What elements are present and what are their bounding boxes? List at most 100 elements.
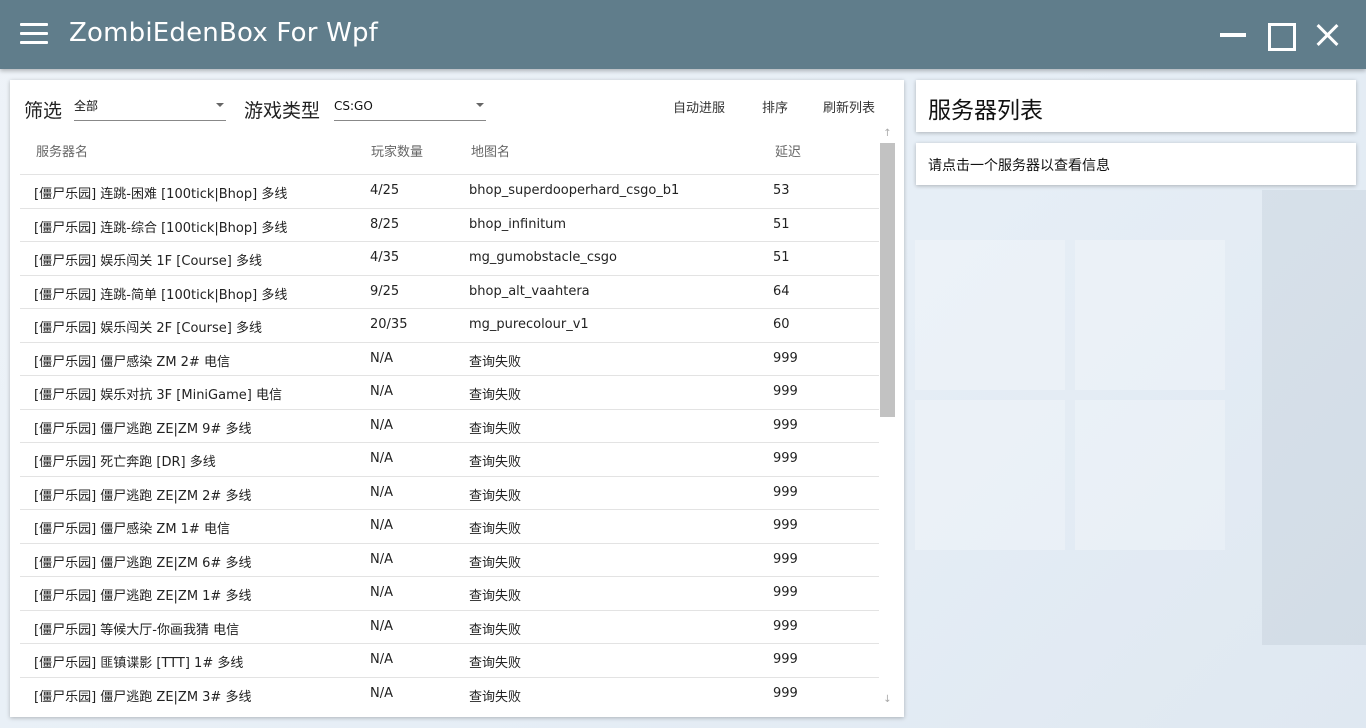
ping-cell: 51 — [773, 216, 790, 232]
player-count-cell: N/A — [370, 417, 393, 433]
table-row[interactable]: [僵尸乐园] 匪镇谍影 [TTT] 1# 多线 N/A 查询失败 999 — [20, 643, 879, 677]
scroll-up-icon[interactable]: ↑ — [879, 125, 896, 142]
maximize-icon[interactable] — [1265, 20, 1296, 51]
map-name-cell: bhop_infinitum — [469, 216, 567, 232]
filter-label: 筛选 — [24, 100, 63, 122]
column-header-ping[interactable]: 延迟 — [775, 141, 801, 160]
server-name-cell: [僵尸乐园] 连跳-困难 [100tick|Bhop] 多线 — [34, 187, 288, 202]
scrollbar[interactable]: ↑ ↓ — [879, 125, 896, 708]
ping-cell: 999 — [773, 652, 798, 667]
server-name-cell: [僵尸乐园] 僵尸逃跑 ZE|ZM 9# 多线 — [34, 421, 252, 437]
map-name-cell: 查询失败 — [469, 622, 522, 638]
player-count-cell: N/A — [370, 585, 393, 600]
app-title: ZombiEdenBox For Wpf — [69, 18, 379, 48]
player-count-cell: 20/35 — [370, 317, 408, 332]
ping-cell: 999 — [773, 585, 798, 600]
chevron-down-icon — [216, 103, 224, 107]
column-header-server-name[interactable]: 服务器名 — [36, 141, 88, 160]
server-name-cell: [僵尸乐园] 死亡奔跑 [DR] 多线 — [34, 455, 216, 470]
server-name-cell: [僵尸乐园] 娱乐对抗 3F [MiniGame] 电信 — [34, 388, 282, 403]
map-name-cell: 查询失败 — [469, 689, 522, 705]
server-list-panel: 筛选 全部 游戏类型 CS:GO 自动进服 排序 刷新列表 服务器名 玩家数量 … — [10, 80, 904, 717]
filter-select-value: 全部 — [74, 99, 99, 113]
map-name-cell: mg_purecolour_v1 — [469, 317, 589, 332]
server-name-cell: [僵尸乐园] 娱乐闯关 2F [Course] 多线 — [34, 321, 262, 336]
table-row[interactable]: [僵尸乐园] 娱乐闯关 1F [Course] 多线 4/35 mg_gumobst… — [20, 241, 879, 275]
table-row[interactable]: [僵尸乐园] 僵尸逃跑 ZE|ZM 6# 多线 N/A 查询失败 999 — [20, 542, 879, 577]
table-row[interactable]: [僵尸乐园] 娱乐对抗 3F [MiniGame] 电信 N/A 查询失败 999 — [20, 375, 879, 409]
ping-cell: 999 — [773, 384, 798, 399]
ping-cell: 60 — [773, 317, 790, 332]
map-name-cell: 查询失败 — [469, 589, 522, 604]
player-count-cell: N/A — [370, 451, 393, 466]
detail-info-card: 请点击一个服务器以查看信息 — [916, 143, 1356, 185]
table-row[interactable]: [僵尸乐园] 等候大厅-你画我猜 电信 N/A 查询失败 999 — [20, 609, 879, 644]
scroll-down-icon[interactable]: ↓ — [879, 691, 896, 708]
ping-cell: 999 — [773, 451, 798, 466]
close-icon[interactable] — [1312, 20, 1342, 50]
player-count-cell: N/A — [370, 518, 393, 533]
auto-join-button[interactable]: 自动进服 — [673, 97, 725, 116]
ping-cell: 999 — [773, 350, 798, 366]
server-name-cell: [僵尸乐园] 连跳-综合 [100tick|Bhop] 多线 — [34, 220, 288, 236]
ping-cell: 51 — [773, 250, 790, 265]
sort-button[interactable]: 排序 — [762, 97, 788, 116]
table-row[interactable]: [僵尸乐园] 连跳-简单 [100tick|Bhop] 多线 9/25 bhop_a… — [20, 274, 879, 309]
title-bar: ZombiEdenBox For Wpf — [0, 0, 1366, 69]
player-count-cell: N/A — [370, 685, 393, 701]
table-row[interactable]: [僵尸乐园] 僵尸逃跑 ZE|ZM 3# 多线 N/A 查询失败 999 — [20, 676, 879, 711]
detail-info-text: 请点击一个服务器以查看信息 — [928, 158, 1110, 174]
table-row[interactable]: [僵尸乐园] 连跳-综合 [100tick|Bhop] 多线 8/25 bhop_i… — [20, 207, 879, 242]
table-row[interactable]: [僵尸乐园] 连跳-困难 [100tick|Bhop] 多线 4/25 bhop_s… — [20, 174, 879, 208]
player-count-cell: N/A — [370, 484, 393, 500]
player-count-cell: N/A — [370, 384, 393, 399]
column-header-players[interactable]: 玩家数量 — [371, 141, 423, 160]
table-row[interactable]: [僵尸乐园] 僵尸逃跑 ZE|ZM 1# 多线 N/A 查询失败 999 — [20, 576, 879, 610]
server-name-cell: [僵尸乐园] 匪镇谍影 [TTT] 1# 多线 — [34, 656, 244, 671]
map-name-cell: 查询失败 — [469, 656, 522, 671]
player-count-cell: N/A — [370, 350, 393, 366]
refresh-button[interactable]: 刷新列表 — [823, 97, 875, 116]
table-row[interactable]: [僵尸乐园] 僵尸感染 ZM 2# 电信 N/A 查询失败 999 — [20, 341, 879, 376]
server-name-cell: [僵尸乐园] 等候大厅-你画我猜 电信 — [34, 622, 240, 638]
table-row[interactable]: [僵尸乐园] 僵尸逃跑 ZE|ZM 2# 多线 N/A 查询失败 999 — [20, 475, 879, 510]
game-type-select[interactable]: CS:GO — [334, 97, 486, 121]
server-name-cell: [僵尸乐园] 僵尸逃跑 ZE|ZM 1# 多线 — [34, 589, 252, 604]
column-header-map[interactable]: 地图名 — [471, 141, 510, 160]
minimize-icon[interactable] — [1218, 20, 1248, 50]
server-table: [僵尸乐园] 连跳-困难 [100tick|Bhop] 多线 4/25 bhop_s… — [20, 174, 879, 710]
player-count-cell: N/A — [370, 551, 393, 567]
player-count-cell: 4/35 — [370, 250, 400, 265]
map-name-cell: 查询失败 — [469, 354, 522, 370]
server-name-cell: [僵尸乐园] 僵尸逃跑 ZE|ZM 3# 多线 — [34, 689, 252, 705]
game-type-select-value: CS:GO — [334, 99, 373, 113]
chevron-down-icon — [476, 103, 484, 107]
detail-header-card: 服务器列表 — [916, 80, 1356, 132]
scroll-thumb[interactable] — [880, 143, 895, 417]
player-count-cell: 4/25 — [370, 183, 400, 198]
detail-title: 服务器列表 — [928, 98, 1043, 124]
table-row[interactable]: [僵尸乐园] 死亡奔跑 [DR] 多线 N/A 查询失败 999 — [20, 442, 879, 476]
server-name-cell: [僵尸乐园] 僵尸感染 ZM 1# 电信 — [34, 522, 230, 537]
ping-cell: 999 — [773, 417, 798, 433]
menu-icon[interactable] — [20, 23, 48, 45]
ping-cell: 64 — [773, 283, 790, 299]
map-name-cell: 查询失败 — [469, 488, 522, 504]
filter-select[interactable]: 全部 — [74, 97, 226, 121]
game-type-label: 游戏类型 — [244, 100, 321, 122]
server-name-cell: [僵尸乐园] 连跳-简单 [100tick|Bhop] 多线 — [34, 287, 288, 303]
server-name-cell: [僵尸乐园] 僵尸逃跑 ZE|ZM 2# 多线 — [34, 488, 252, 504]
ping-cell: 999 — [773, 551, 798, 567]
table-row[interactable]: [僵尸乐园] 娱乐闯关 2F [Course] 多线 20/35 mg_pureco… — [20, 308, 879, 342]
table-row[interactable]: [僵尸乐园] 僵尸感染 ZM 1# 电信 N/A 查询失败 999 — [20, 509, 879, 543]
map-name-cell: mg_gumobstacle_csgo — [469, 250, 617, 265]
server-name-cell: [僵尸乐园] 娱乐闯关 1F [Course] 多线 — [34, 254, 262, 269]
map-name-cell: 查询失败 — [469, 388, 522, 403]
map-name-cell: bhop_superdooperhard_csgo_b1 — [469, 183, 680, 198]
table-row[interactable]: [僵尸乐园] 僵尸逃跑 ZE|ZM 9# 多线 N/A 查询失败 999 — [20, 408, 879, 443]
server-name-cell: [僵尸乐园] 僵尸逃跑 ZE|ZM 6# 多线 — [34, 555, 252, 571]
ping-cell: 999 — [773, 484, 798, 500]
ping-cell: 999 — [773, 518, 798, 533]
player-count-cell: N/A — [370, 652, 393, 667]
ping-cell: 53 — [773, 183, 790, 198]
